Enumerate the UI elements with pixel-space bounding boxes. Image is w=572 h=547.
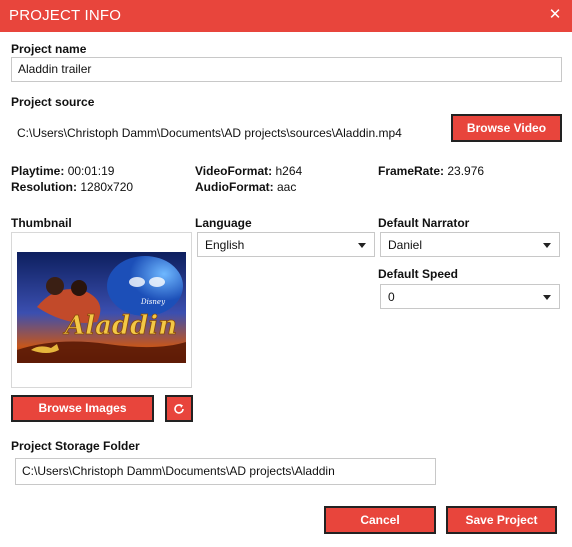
project-source-label: Project source bbox=[11, 95, 95, 109]
project-source-path: C:\Users\Christoph Damm\Documents\AD pro… bbox=[17, 126, 402, 140]
thumbnail-frame: Disney Aladdin bbox=[11, 232, 192, 388]
aladdin-logo-text: Aladdin bbox=[62, 311, 177, 341]
narrator-select[interactable]: Daniel bbox=[380, 232, 560, 257]
close-icon[interactable]: ✕ bbox=[546, 6, 564, 24]
disney-wordmark: Disney bbox=[140, 298, 166, 306]
save-project-button[interactable]: Save Project bbox=[446, 506, 557, 534]
storage-folder-input[interactable]: C:\Users\Christoph Damm\Documents\AD pro… bbox=[15, 458, 436, 485]
audio-format-info: AudioFormat: aac bbox=[195, 180, 297, 194]
video-format-info: VideoFormat: h264 bbox=[195, 164, 303, 178]
narrator-value: Daniel bbox=[388, 238, 423, 252]
chevron-down-icon bbox=[543, 243, 551, 248]
storage-folder-label: Project Storage Folder bbox=[11, 439, 140, 453]
browse-images-button[interactable]: Browse Images bbox=[11, 395, 154, 422]
thumbnail-label: Thumbnail bbox=[11, 216, 72, 230]
window-title: PROJECT INFO bbox=[9, 7, 122, 24]
resolution-info: Resolution: 1280x720 bbox=[11, 180, 134, 194]
project-name-label: Project name bbox=[11, 42, 87, 56]
refresh-thumbnail-button[interactable] bbox=[165, 395, 193, 422]
language-label: Language bbox=[195, 216, 252, 230]
browse-video-files-button[interactable]: Browse Video Files bbox=[451, 114, 562, 159]
genie-shape bbox=[107, 256, 183, 316]
speed-value: 0 bbox=[388, 290, 395, 304]
refresh-icon bbox=[174, 404, 184, 414]
speed-select[interactable]: 0 bbox=[380, 284, 560, 309]
language-value: English bbox=[205, 238, 245, 252]
frame-rate-info: FrameRate: 23.976 bbox=[378, 164, 485, 178]
chevron-down-icon bbox=[543, 295, 551, 300]
project-name-input[interactable]: Aladdin trailer bbox=[11, 57, 562, 82]
language-select[interactable]: English bbox=[197, 232, 375, 257]
chevron-down-icon bbox=[358, 243, 366, 248]
default-narrator-label: Default Narrator bbox=[378, 216, 470, 230]
thumbnail-image: Disney Aladdin bbox=[17, 252, 186, 363]
title-bar: PROJECT INFO ✕ bbox=[0, 0, 572, 32]
default-speed-label: Default Speed bbox=[378, 267, 459, 281]
playtime-info: Playtime: 00:01:19 bbox=[11, 164, 115, 178]
cancel-button[interactable]: Cancel bbox=[324, 506, 436, 534]
